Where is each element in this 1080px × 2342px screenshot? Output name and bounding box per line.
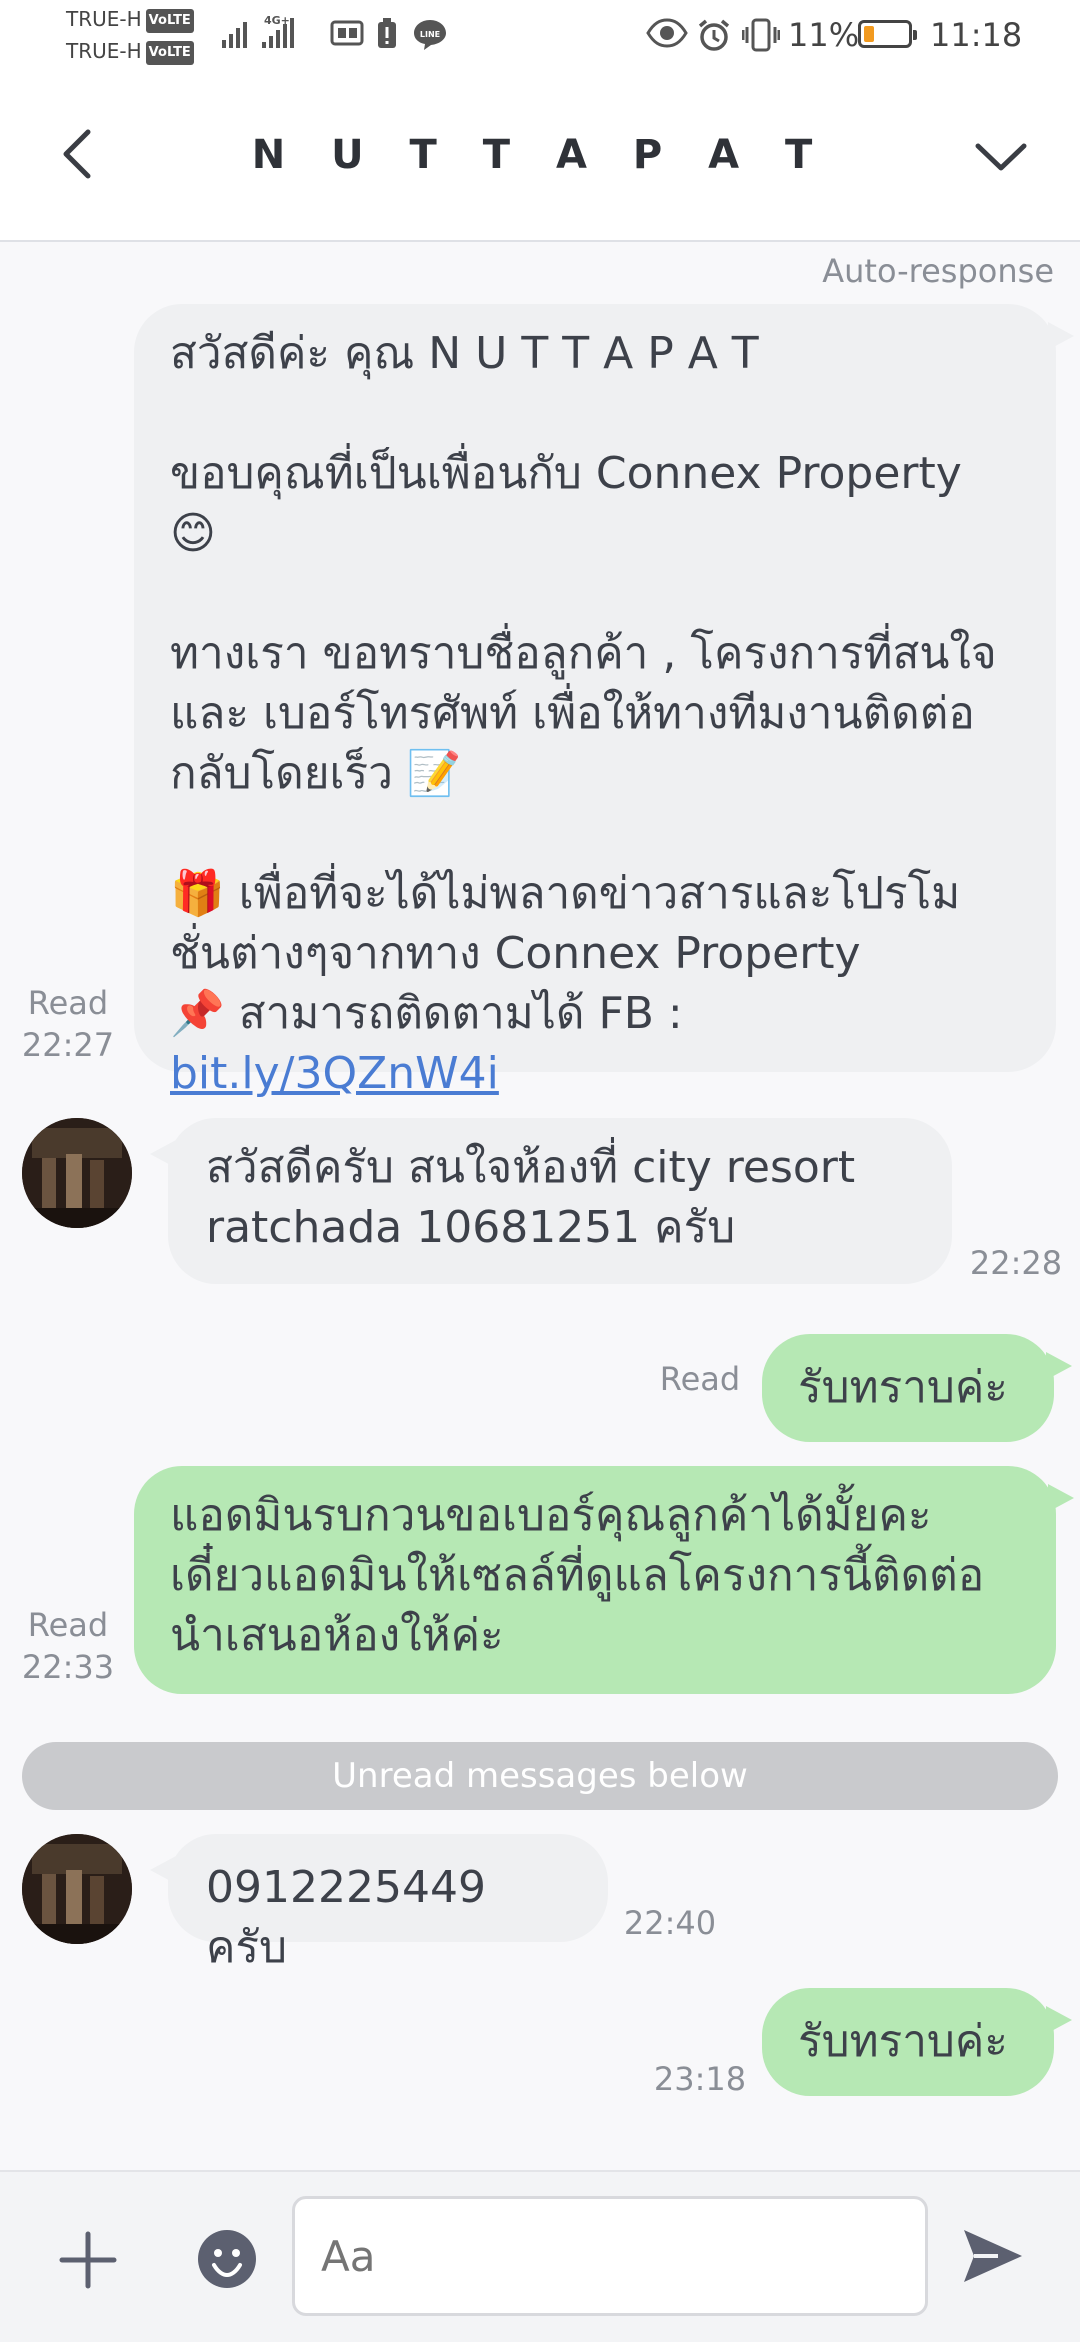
message-list[interactable]: Auto-response สวัสดีค่ะ คุณ N U T T A P … (0, 242, 1080, 2170)
auto-response-label: Auto-response (822, 252, 1054, 290)
chat-title: N U T T A P A T (251, 132, 829, 178)
emoji-icon[interactable] (196, 2228, 258, 2290)
message-time: 23:18 (653, 2060, 747, 2098)
message-bubble-incoming[interactable]: 0912225449 ครับ (150, 1834, 608, 1973)
eye-icon (646, 18, 688, 55)
message-time: 22:28 (969, 1244, 1063, 1282)
battery-percent: 11% (788, 16, 860, 54)
message-bubble-outgoing[interactable]: รับทราบค่ะ (762, 1988, 1072, 2096)
avatar[interactable] (22, 1118, 132, 1228)
message-bubble-outgoing[interactable]: รับทราบค่ะ (762, 1334, 1072, 1442)
message-time: 22:27 (21, 1026, 115, 1064)
storage-icon (330, 18, 364, 55)
volte-badge: VoLTE (145, 8, 194, 33)
volte-badge: VoLTE (145, 40, 194, 65)
message-composer (0, 2170, 1080, 2342)
message-bubble-auto-response[interactable]: สวัสดีค่ะ คุณ N U T T A P A T ขอบคุณที่เ… (134, 304, 1074, 1099)
message-bubble-incoming[interactable]: สวัสดีครับ สนใจห้องที่ city resort ratch… (150, 1118, 952, 1284)
4g-signal-icon: 4G+ (262, 14, 294, 48)
vibrate-icon (741, 18, 781, 59)
read-receipt: Read (27, 984, 109, 1022)
battery-icon (858, 20, 917, 48)
line-app-icon: LINE (412, 18, 448, 59)
chat-header: N U T T A P A T (0, 76, 1080, 242)
send-icon[interactable] (958, 2222, 1026, 2290)
message-time: 22:33 (21, 1648, 115, 1686)
clock: 11:18 (930, 16, 1023, 54)
alarm-icon (696, 18, 732, 59)
avatar[interactable] (22, 1834, 132, 1944)
message-text: สวัสดีค่ะ คุณ N U T T A P A T ขอบคุณที่เ… (170, 328, 997, 1039)
battery-alert-icon (376, 18, 398, 57)
signal-icon (222, 18, 247, 48)
read-receipt: Read (27, 1606, 109, 1644)
message-meta: Read 22:27 (16, 982, 120, 1066)
read-receipt: Read (659, 1360, 741, 1398)
status-bar: TRUE-H VoLTE TRUE-H VoLTE 4G+ LINE 11% 11:… (0, 0, 1080, 76)
svg-text:LINE: LINE (420, 30, 440, 39)
carrier-2: TRUE-H VoLTE (66, 40, 194, 65)
message-bubble-outgoing[interactable]: แอดมินรบกวนขอเบอร์คุณลูกค้าได้มั้ยคะ เดี… (134, 1466, 1074, 1694)
message-time: 22:40 (623, 1904, 717, 1942)
carrier-1: TRUE-H VoLTE (66, 8, 194, 33)
message-meta: Read 22:33 (16, 1604, 120, 1688)
unread-divider: Unread messages below (22, 1742, 1058, 1810)
message-input[interactable] (292, 2196, 928, 2316)
plus-icon[interactable] (58, 2230, 118, 2290)
message-link[interactable]: bit.ly/3QZnW4i (170, 1048, 499, 1099)
chevron-down-icon[interactable] (966, 128, 1036, 188)
